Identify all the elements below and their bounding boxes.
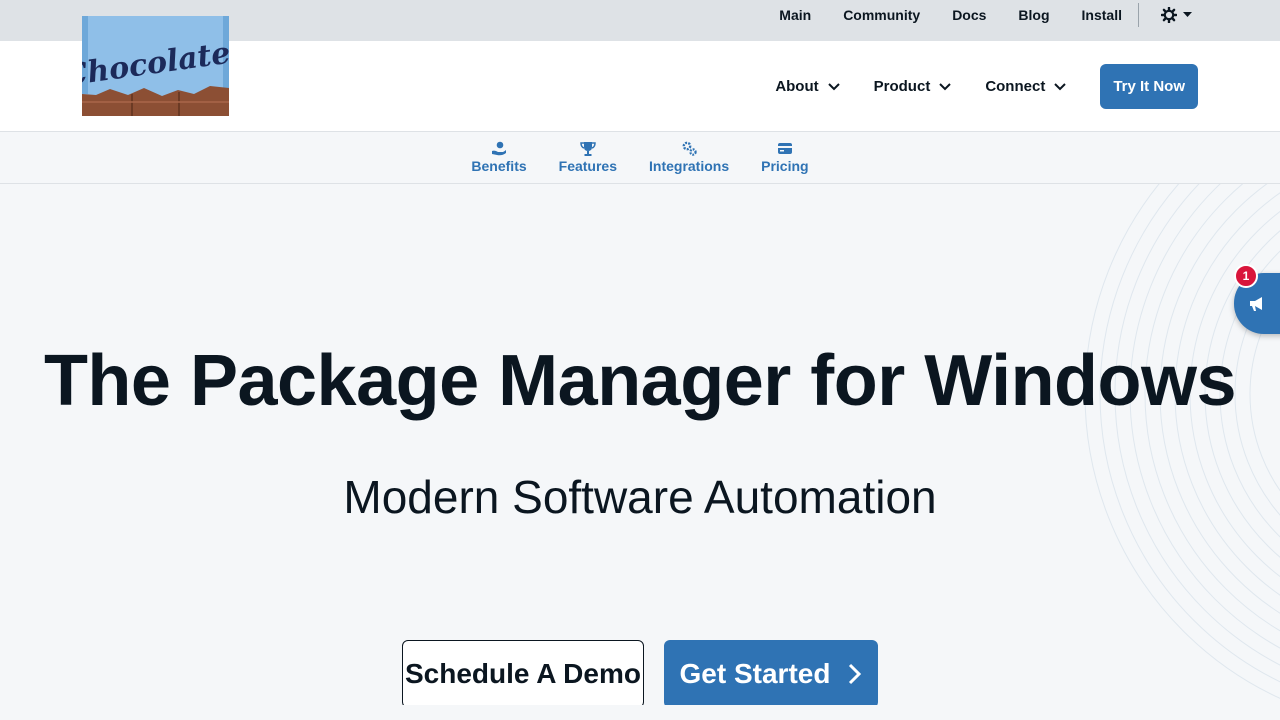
subnav-integrations-label: Integrations xyxy=(649,158,730,174)
nav-about[interactable]: About xyxy=(775,78,840,95)
announcement-badge: 1 xyxy=(1234,264,1258,288)
subnav-integrations[interactable]: Integrations xyxy=(649,141,729,174)
subnav-pricing-label: Pricing xyxy=(761,158,809,174)
schedule-demo-label: Schedule A Demo xyxy=(405,658,641,689)
get-started-label: Get Started xyxy=(679,658,831,689)
main-nav: About Product Connect Try It Now xyxy=(775,64,1198,109)
schedule-demo-button[interactable]: Schedule A Demo xyxy=(402,640,644,708)
subnav-pricing[interactable]: Pricing xyxy=(761,141,809,174)
nav-product-label: Product xyxy=(873,78,931,95)
get-started-button[interactable]: Get Started xyxy=(664,640,878,708)
hand-user-icon xyxy=(492,141,507,156)
try-it-now-button[interactable]: Try It Now xyxy=(1100,64,1198,109)
sub-nav: Benefits Features Integrations Pricing xyxy=(0,132,1280,184)
subnav-benefits-label: Benefits xyxy=(471,158,527,174)
subnav-benefits[interactable]: Benefits xyxy=(471,141,527,174)
trophy-icon xyxy=(580,142,596,156)
hero-subtitle: Modern Software Automation xyxy=(343,471,937,523)
chocolatey-logo[interactable]: Chocolatey xyxy=(62,16,252,116)
nav-about-label: About xyxy=(775,78,819,95)
logo-graphic: Chocolatey xyxy=(62,16,252,116)
credit-card-icon xyxy=(777,143,792,154)
viewport-fold xyxy=(0,705,1280,720)
top-nav-main[interactable]: Main xyxy=(779,7,811,23)
top-nav-divider xyxy=(1138,3,1139,27)
chevron-down-icon xyxy=(939,82,952,90)
subnav-features-label: Features xyxy=(558,158,617,174)
gears-icon xyxy=(682,141,697,156)
top-nav-community[interactable]: Community xyxy=(843,7,920,23)
top-nav-install[interactable]: Install xyxy=(1082,7,1122,23)
caret-down-icon xyxy=(1183,12,1192,17)
megaphone-icon xyxy=(1250,296,1262,311)
gear-icon xyxy=(1161,7,1177,23)
subnav-features[interactable]: Features xyxy=(559,141,617,174)
nav-connect-label: Connect xyxy=(985,78,1046,95)
chevron-right-icon xyxy=(849,663,862,685)
chevron-down-icon xyxy=(1054,82,1067,90)
nav-product[interactable]: Product xyxy=(874,78,952,95)
chevron-down-icon xyxy=(827,82,840,90)
top-nav-blog[interactable]: Blog xyxy=(1018,7,1049,23)
top-nav-docs[interactable]: Docs xyxy=(952,7,986,23)
nav-connect[interactable]: Connect xyxy=(985,78,1067,95)
hero-title: The Package Manager for Windows xyxy=(43,341,1237,421)
top-nav: Main Community Docs Blog Install xyxy=(779,0,1192,30)
theme-toggle[interactable] xyxy=(1161,7,1192,23)
